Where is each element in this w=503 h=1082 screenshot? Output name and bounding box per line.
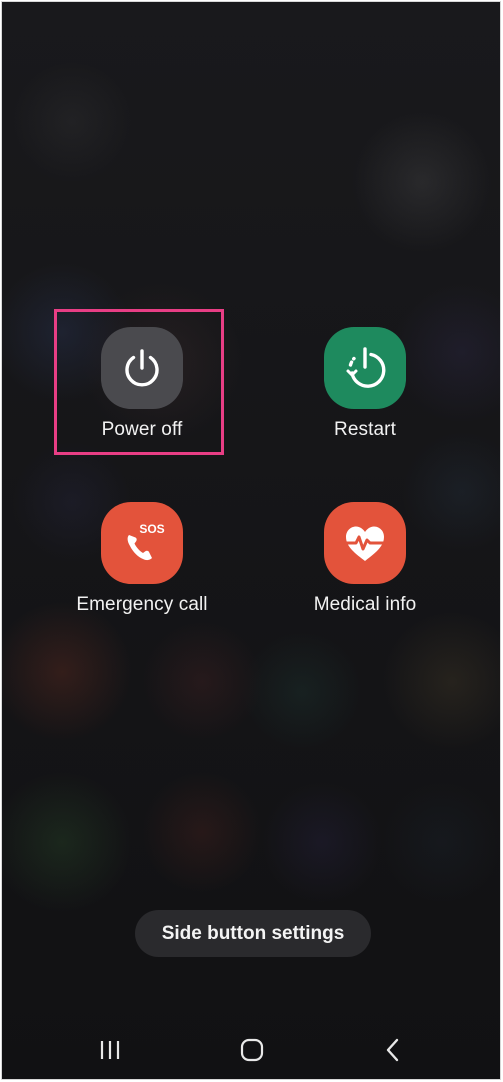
- heart-pulse-icon: [344, 526, 386, 561]
- emergency-call-label: Emergency call: [76, 594, 208, 615]
- restart-icon: [346, 347, 386, 388]
- emergency-call-button[interactable]: SOS: [101, 502, 183, 584]
- back-icon: [386, 1038, 399, 1062]
- restart-label: Restart: [334, 419, 396, 440]
- emergency-call-tile[interactable]: SOS Emergency call: [52, 502, 232, 617]
- recents-icon: [100, 1041, 120, 1059]
- navigation-bar: [2, 1022, 500, 1078]
- phone-screen: Power off Restart SOS Emergency call Med…: [1, 1, 501, 1080]
- phone-sos-icon: SOS: [127, 522, 165, 561]
- home-icon: [240, 1038, 264, 1062]
- sos-badge: SOS: [139, 522, 164, 536]
- medical-info-tile[interactable]: Medical info: [275, 502, 455, 617]
- medical-info-label: Medical info: [313, 594, 417, 615]
- restart-button[interactable]: [324, 327, 406, 409]
- side-button-settings-button[interactable]: Side button settings: [135, 910, 371, 957]
- restart-tile[interactable]: Restart: [275, 327, 455, 442]
- back-button[interactable]: [373, 1032, 413, 1068]
- recents-button[interactable]: [90, 1032, 130, 1068]
- home-button[interactable]: [232, 1032, 272, 1068]
- power-off-highlight-box: [54, 309, 224, 455]
- medical-info-button[interactable]: [324, 502, 406, 584]
